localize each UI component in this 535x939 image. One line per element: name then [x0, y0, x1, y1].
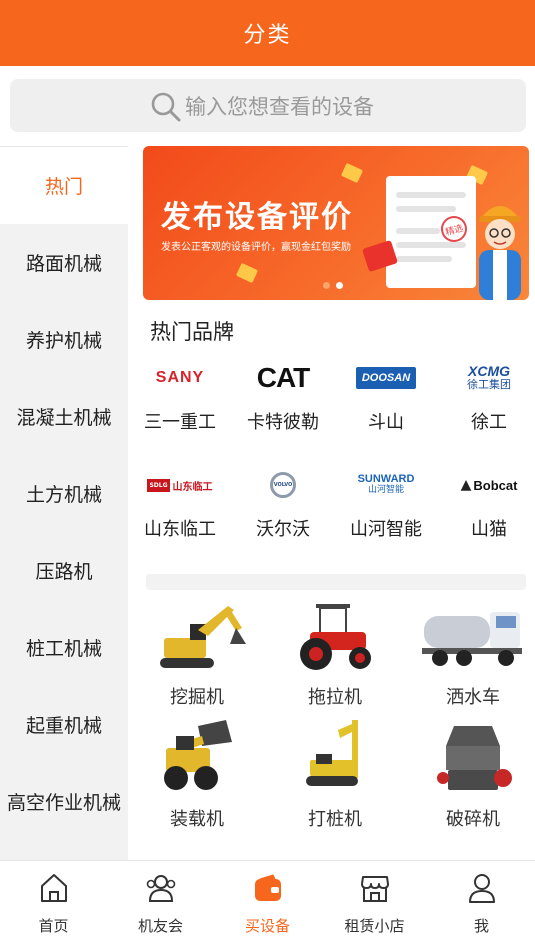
- sidebar-item-label: 高空作业机械: [6, 792, 121, 814]
- tab-label: 机友会: [137, 917, 183, 935]
- sidebar-item-earthmoving-machinery[interactable]: 土方机械: [0, 455, 128, 532]
- brand-name: 三一重工: [144, 412, 216, 433]
- tab-me[interactable]: 我: [428, 861, 535, 939]
- brand-item-sdlg[interactable]: SDLG 山东临工 山东临工: [128, 465, 232, 555]
- sidebar-item-piling-machinery[interactable]: 桩工机械: [0, 609, 128, 686]
- tab-label: 我: [473, 917, 489, 935]
- brand-name: 斗山: [368, 412, 404, 433]
- tractor-icon: [300, 604, 371, 670]
- sidebar-item-road-roller[interactable]: 压路机: [0, 532, 128, 609]
- brand-name: 山河智能: [350, 519, 422, 540]
- sidebar-item-label: 土方机械: [25, 484, 102, 506]
- pile-driver-icon: [306, 720, 358, 786]
- brand-item-xcmg[interactable]: XCMG 徐工集团 徐工: [437, 358, 535, 448]
- tab-label: 租赁小店: [344, 917, 405, 935]
- sunward-logo: SUNWARD 山河智能: [357, 473, 415, 496]
- category-item-crusher[interactable]: 破碎机: [404, 720, 535, 840]
- sidebar-item-label: 混凝土机械: [16, 407, 112, 429]
- search-input[interactable]: 输入您想查看的设备: [10, 79, 526, 132]
- sdlg-logo: SDLG 山东临工: [128, 465, 232, 505]
- promo-banner[interactable]: 发布设备评价 发表公正客观的设备评价，赢现金红包奖励 精选: [143, 146, 529, 300]
- brand-item-cat[interactable]: CAT 卡特彼勒: [231, 358, 335, 448]
- sidebar-item-lifting-machinery[interactable]: 起重机械: [0, 686, 128, 763]
- category-item-water-truck[interactable]: 洒水车: [404, 598, 535, 718]
- sidebar-item-label: 起重机械: [25, 715, 102, 737]
- category-item-excavator[interactable]: 挖掘机: [128, 598, 266, 718]
- bottom-tab-bar: 首页 机友会 买设备 租赁小店 我: [0, 860, 535, 939]
- brand-name: 山猫: [471, 519, 507, 540]
- category-name: 打桩机: [308, 809, 362, 830]
- doosan-logo: DOOSAN: [334, 358, 438, 398]
- sidebar-item-label: 压路机: [35, 561, 93, 583]
- category-name: 挖掘机: [170, 687, 224, 708]
- category-sidebar: 热门 路面机械 养护机械 混凝土机械 土方机械 压路机 桩工机械 起重机械 高空…: [0, 146, 128, 860]
- sidebar-item-label: 路面机械: [25, 253, 102, 275]
- brand-name: 山东临工: [144, 519, 216, 540]
- sidebar-item-maintenance-machinery[interactable]: 养护机械: [0, 301, 128, 378]
- carousel-dots: [323, 282, 343, 289]
- bobcat-logo: ▲ Bobcat: [460, 477, 518, 493]
- xcmg-logo: XCMG 徐工集团: [467, 363, 511, 391]
- carousel-dot[interactable]: [323, 282, 330, 289]
- category-content: 发布设备评价 发表公正客观的设备评价，赢现金红包奖励 精选 热门品牌 SANY …: [128, 146, 535, 860]
- worker-illustration: [479, 206, 521, 300]
- water-truck-icon: [422, 612, 522, 666]
- category-name: 破碎机: [446, 809, 500, 830]
- sidebar-item-label: 养护机械: [25, 330, 102, 352]
- sidebar-item-label: 桩工机械: [25, 638, 102, 660]
- category-name: 装载机: [170, 809, 224, 830]
- coin-decoration: [340, 162, 364, 184]
- wallet-icon: [254, 874, 281, 901]
- tab-home[interactable]: 首页: [0, 861, 107, 939]
- brand-item-volvo[interactable]: VOLVO 沃尔沃: [231, 465, 335, 555]
- crusher-icon: [437, 726, 512, 790]
- brand-item-doosan[interactable]: DOOSAN 斗山: [334, 358, 438, 448]
- sidebar-item-road-machinery[interactable]: 路面机械: [0, 224, 128, 301]
- brand-name: 沃尔沃: [256, 519, 310, 540]
- category-item-pile-driver[interactable]: 打桩机: [266, 720, 404, 840]
- top-header: 分类: [0, 0, 535, 66]
- category-name: 洒水车: [446, 687, 500, 708]
- brand-item-bobcat[interactable]: ▲ Bobcat 山猫: [437, 465, 535, 555]
- sidebar-item-label: 热门: [44, 176, 83, 198]
- carousel-dot[interactable]: [336, 282, 343, 289]
- brand-item-sunward[interactable]: SUNWARD 山河智能 山河智能: [334, 465, 438, 555]
- banner-subtitle: 发表公正客观的设备评价，赢现金红包奖励: [161, 242, 351, 253]
- bobcat-icon: ▲: [460, 477, 472, 493]
- store-icon: [360, 876, 389, 902]
- tab-buy-equipment[interactable]: 买设备: [214, 861, 321, 939]
- person-icon: [468, 874, 495, 903]
- cat-logo: CAT: [256, 362, 310, 393]
- brand-name: 卡特彼勒: [247, 412, 319, 433]
- sany-logo: SANY: [155, 369, 205, 386]
- coin-decoration: [235, 262, 259, 284]
- tab-label: 买设备: [244, 917, 290, 935]
- tab-label: 首页: [38, 917, 69, 935]
- search-area: 输入您想查看的设备: [0, 66, 535, 146]
- search-icon: [151, 92, 181, 122]
- brand-item-sany[interactable]: SANY 三一重工: [128, 358, 232, 448]
- sidebar-item-concrete-machinery[interactable]: 混凝土机械: [0, 378, 128, 455]
- users-icon: [146, 875, 175, 902]
- sidebar-item-hot[interactable]: 热门: [0, 147, 128, 224]
- loader-icon: [164, 720, 232, 790]
- hot-brands-title: 热门品牌: [150, 320, 234, 344]
- excavator-icon: [160, 606, 246, 668]
- section-divider: [146, 574, 526, 590]
- volvo-logo: VOLVO: [231, 465, 335, 505]
- tab-club[interactable]: 机友会: [107, 861, 214, 939]
- page-title: 分类: [243, 23, 292, 48]
- home-icon: [40, 874, 67, 902]
- search-placeholder: 输入您想查看的设备: [185, 94, 374, 119]
- category-item-tractor[interactable]: 拖拉机: [266, 598, 404, 718]
- category-name: 拖拉机: [308, 687, 362, 708]
- banner-title: 发布设备评价: [161, 200, 353, 235]
- sidebar-item-aerial-work-machinery[interactable]: 高空作业机械: [0, 763, 128, 840]
- tab-rental-store[interactable]: 租赁小店: [321, 861, 428, 939]
- category-item-loader[interactable]: 装载机: [128, 720, 266, 840]
- brand-name: 徐工: [471, 412, 507, 433]
